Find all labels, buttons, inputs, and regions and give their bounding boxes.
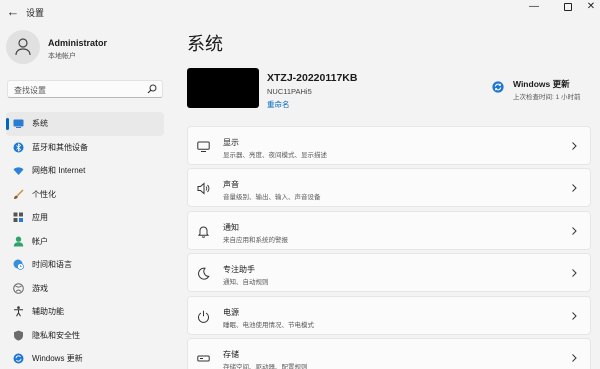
windows-update-link[interactable]: Windows 更新 — [513, 78, 570, 90]
sidebar-item-windows-update[interactable]: Windows 更新 — [6, 347, 164, 369]
card-subtitle: 存储空间、驱动器、配置规则 — [223, 363, 308, 369]
apps-icon — [13, 212, 23, 222]
sidebar-item-privacy[interactable]: 隐私和安全性 — [6, 324, 164, 348]
search-icon[interactable] — [147, 84, 157, 94]
search-placeholder: 查找设置 — [14, 86, 46, 95]
wifi-icon — [13, 167, 24, 175]
update-icon[interactable] — [492, 81, 504, 93]
sidebar-item-personalization[interactable]: 个性化 — [6, 183, 164, 207]
sidebar-item-bluetooth[interactable]: 蓝牙和其他设备 — [6, 136, 164, 160]
monitor-icon — [197, 141, 210, 152]
person-icon — [13, 236, 24, 246]
system-icon — [13, 119, 24, 128]
avatar — [6, 30, 40, 64]
maximize-icon — [564, 3, 572, 11]
account-name: Administrator — [48, 38, 108, 48]
minimize-button[interactable]: — — [516, 0, 552, 16]
chevron-right-icon — [572, 142, 577, 150]
moon-icon — [198, 267, 210, 280]
bluetooth-icon — [13, 142, 24, 152]
maximize-button[interactable] — [550, 0, 586, 16]
card-storage[interactable]: 存储 存储空间、驱动器、配置规则 — [187, 337, 591, 369]
power-icon — [198, 310, 209, 323]
update-icon — [13, 353, 24, 364]
sidebar-item-label: Windows 更新 — [32, 354, 83, 363]
card-title: 存储 — [223, 349, 239, 359]
sidebar-item-label: 时间和语言 — [32, 260, 72, 269]
globe-clock-icon — [13, 259, 24, 270]
card-title: 声音 — [223, 180, 239, 190]
sidebar-item-label: 系统 — [32, 119, 48, 128]
storage-icon — [197, 355, 210, 362]
chevron-right-icon — [572, 226, 577, 235]
sidebar-item-accessibility[interactable]: 辅助功能 — [6, 300, 164, 324]
sidebar-item-label: 应用 — [32, 213, 48, 222]
sidebar-item-network[interactable]: 网络和 Internet — [6, 159, 164, 183]
card-subtitle: 音量级别、输出、输入、声音设备 — [223, 194, 321, 202]
card-title: 显示 — [223, 138, 239, 147]
device-model: NUC11PAHi5 — [267, 87, 312, 96]
card-power[interactable]: 电源 睡眠、电池使用情况、节电模式 — [187, 295, 591, 335]
window-title: 设置 — [26, 8, 45, 18]
chevron-right-icon — [572, 311, 577, 320]
account-type: 本地帐户 — [48, 53, 76, 60]
card-display[interactable]: 显示 显示器、亮度、夜间模式、显示描述 — [187, 126, 591, 165]
sidebar-item-label: 隐私和安全性 — [32, 330, 80, 340]
device-name: XTZJ-20220117KB — [267, 72, 358, 84]
rename-link[interactable]: 重命名 — [267, 99, 290, 110]
sidebar-nav: 系统 蓝牙和其他设备 网络和 Internet 个性化 应用 帐户 时间和语言 … — [6, 112, 164, 369]
card-subtitle: 通知、自动规则 — [223, 279, 269, 287]
card-focus-assist[interactable]: 专注助手 通知、自动规则 — [187, 253, 591, 293]
account-header[interactable]: Administrator 本地帐户 — [6, 30, 166, 64]
sidebar-item-apps[interactable]: 应用 — [6, 206, 164, 230]
back-button[interactable]: ← — [4, 3, 22, 21]
update-last-checked: 上次检查时间: 1 小时前 — [513, 94, 581, 101]
chevron-right-icon — [572, 269, 577, 278]
person-icon — [15, 38, 31, 56]
sidebar-item-label: 个性化 — [32, 189, 56, 199]
card-title: 电源 — [223, 307, 239, 317]
sidebar-item-label: 辅助功能 — [32, 307, 64, 316]
chevron-right-icon — [572, 184, 577, 193]
sidebar-item-time-language[interactable]: 时间和语言 — [6, 253, 164, 277]
card-subtitle: 睡眠、电池使用情况、节电模式 — [223, 321, 314, 329]
bell-icon — [197, 226, 210, 238]
card-subtitle: 显示器、亮度、夜间模式、显示描述 — [223, 152, 327, 159]
card-sound[interactable]: 声音 音量级别、输出、输入、声音设备 — [187, 168, 591, 208]
sidebar-item-label: 蓝牙和其他设备 — [32, 142, 88, 152]
brush-icon — [14, 189, 24, 199]
search-input[interactable]: 查找设置 — [7, 80, 163, 98]
sidebar-item-label: 游戏 — [32, 283, 48, 293]
xbox-icon — [13, 282, 24, 294]
close-button[interactable]: ✕ — [582, 0, 600, 16]
shield-icon — [14, 330, 23, 340]
speaker-icon — [197, 182, 210, 195]
sidebar-item-gaming[interactable]: 游戏 — [6, 277, 164, 301]
card-title: 专注助手 — [223, 265, 255, 275]
card-subtitle: 来自应用和系统的警报 — [223, 236, 288, 244]
settings-cards: 显示 显示器、亮度、夜间模式、显示描述 声音 音量级别、输出、输入、声音设备 通… — [187, 126, 591, 369]
device-image — [187, 68, 259, 108]
sidebar-item-label: 帐户 — [32, 236, 48, 246]
sidebar-item-label: 网络和 Internet — [32, 166, 86, 175]
title-bar: ← 设置 — ✕ — [0, 0, 600, 26]
chevron-right-icon — [572, 354, 577, 362]
card-notifications[interactable]: 通知 来自应用和系统的警报 — [187, 210, 591, 250]
sidebar-item-accounts[interactable]: 帐户 — [6, 230, 164, 254]
card-title: 通知 — [223, 222, 239, 232]
accessibility-icon — [14, 306, 23, 317]
page-title: 系统 — [187, 34, 223, 54]
sidebar-item-system[interactable]: 系统 — [6, 112, 164, 136]
